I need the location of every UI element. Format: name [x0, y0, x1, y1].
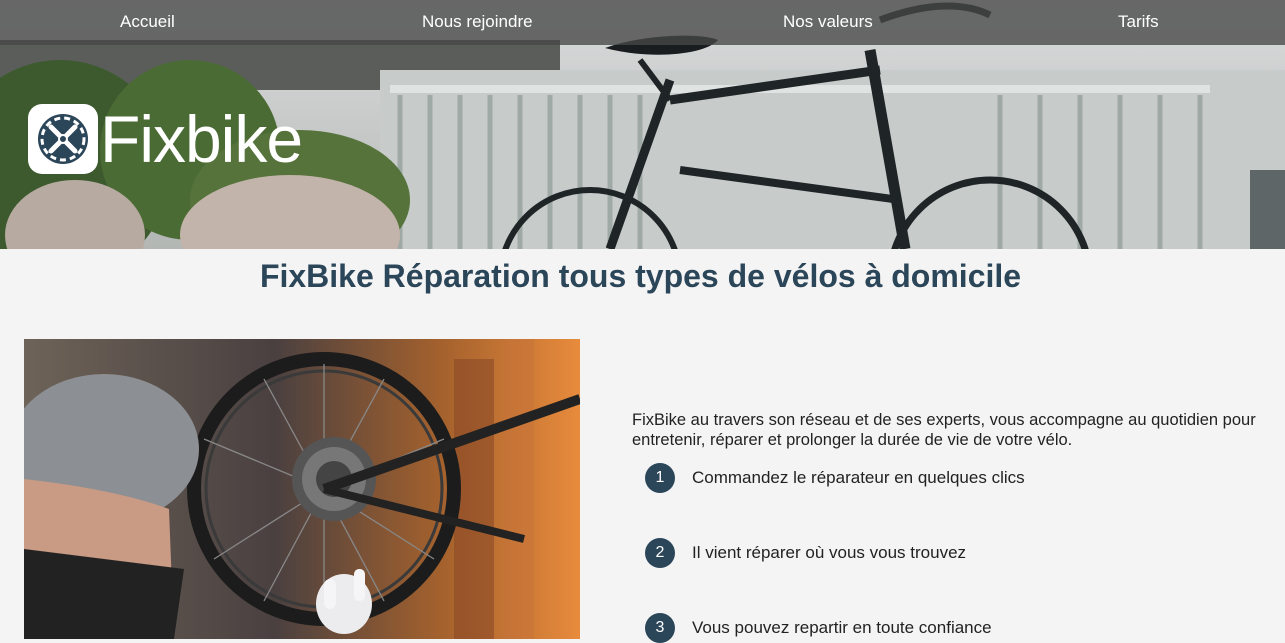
wrench-gear-icon [28, 104, 98, 174]
brand-name: Fixbike [100, 102, 303, 176]
page-title: FixBike Réparation tous types de vélos à… [259, 258, 1022, 294]
step-number: 2 [645, 538, 675, 568]
nav-accueil[interactable]: Accueil [120, 12, 175, 32]
main-nav: Accueil Nous rejoindre Nos valeurs Tarif… [0, 0, 1285, 45]
nav-tarifs[interactable]: Tarifs [1118, 12, 1159, 32]
step-text: Il vient réparer où vous vous trouvez [692, 543, 967, 562]
brand-logo[interactable]: Fixbike [28, 102, 303, 176]
intro-text: FixBike au travers son réseau et de ses … [632, 410, 1256, 449]
hero-banner: Accueil Nous rejoindre Nos valeurs Tarif… [0, 0, 1285, 249]
nav-nos-valeurs[interactable]: Nos valeurs [783, 12, 873, 32]
step-text: Vous pouvez repartir en toute confiance [692, 618, 992, 637]
step-1: 1 Commandez le réparateur en quelques cl… [645, 463, 1025, 493]
step-text: Commandez le réparateur en quelques clic… [692, 468, 1025, 487]
nav-nous-rejoindre[interactable]: Nous rejoindre [422, 12, 533, 32]
mechanic-repairing-bike-photo [24, 339, 580, 639]
step-2: 2 Il vient réparer où vous vous trouvez [645, 538, 966, 568]
step-number: 1 [645, 463, 675, 493]
